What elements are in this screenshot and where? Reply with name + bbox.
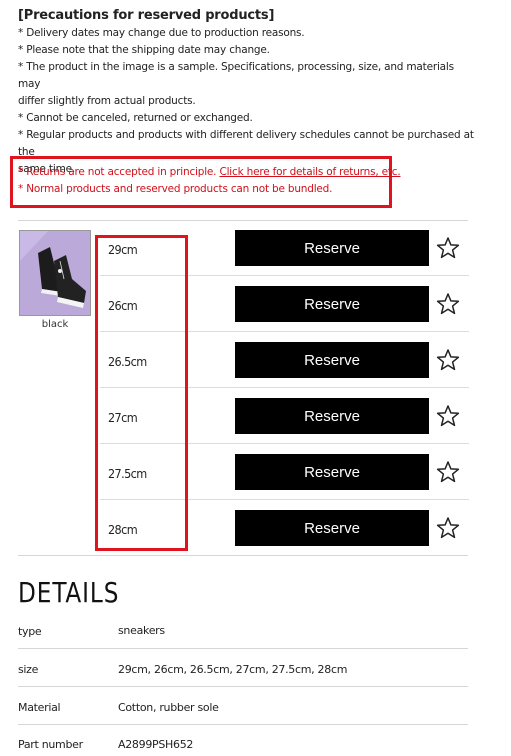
detail-divider — [18, 724, 468, 725]
bundle-notice: * Normal products and reserved products … — [18, 183, 333, 195]
section-divider — [18, 555, 468, 556]
star-outline-icon[interactable] — [436, 292, 460, 316]
detail-value: sneakers — [118, 624, 165, 637]
detail-key: Material — [18, 701, 61, 714]
detail-value: Cotton, rubber sole — [118, 701, 219, 714]
precaution-line: * Cannot be canceled, returned or exchan… — [18, 112, 253, 124]
detail-key: size — [18, 663, 39, 676]
returns-notice: * Returns are not accepted in principle.… — [18, 166, 401, 178]
reserve-button[interactable]: Reserve — [235, 286, 429, 322]
product-thumbnail[interactable] — [19, 230, 91, 316]
reserve-button[interactable]: Reserve — [235, 510, 429, 546]
star-outline-icon[interactable] — [436, 236, 460, 260]
section-divider — [18, 220, 468, 221]
notice-highlight-box — [10, 156, 392, 208]
detail-divider — [18, 686, 468, 687]
precaution-line: differ slightly from actual products. — [18, 95, 196, 107]
reserve-button[interactable]: Reserve — [235, 398, 429, 434]
precautions-title: [Precautions for reserved products] — [18, 8, 275, 23]
detail-value: 29cm, 26cm, 26.5cm, 27cm, 27.5cm, 28cm — [118, 663, 348, 676]
star-outline-icon[interactable] — [436, 460, 460, 484]
detail-value: A2899PSH652 — [118, 738, 194, 751]
precautions-section: [Precautions for reserved products] * De… — [18, 8, 478, 178]
star-outline-icon[interactable] — [436, 348, 460, 372]
detail-divider — [18, 648, 468, 649]
star-outline-icon[interactable] — [436, 516, 460, 540]
detail-key: Part number — [18, 738, 83, 751]
sneaker-image — [20, 231, 90, 315]
precaution-line: * The product in the image is a sample. … — [18, 61, 454, 90]
precaution-line: * Delivery dates may change due to produ… — [18, 27, 305, 39]
size-highlight-box — [95, 235, 188, 551]
returns-details-link[interactable]: Click here for details of returns, etc. — [219, 166, 400, 178]
details-heading: DETAILS — [18, 576, 120, 609]
star-outline-icon[interactable] — [436, 404, 460, 428]
precaution-line: * Please note that the shipping date may… — [18, 44, 270, 56]
detail-key: type — [18, 625, 42, 638]
returns-notice-text: * Returns are not accepted in principle. — [18, 166, 220, 178]
color-label: black — [41, 319, 69, 330]
reserve-button[interactable]: Reserve — [235, 230, 429, 266]
reserve-button[interactable]: Reserve — [235, 454, 429, 490]
reserve-button[interactable]: Reserve — [235, 342, 429, 378]
